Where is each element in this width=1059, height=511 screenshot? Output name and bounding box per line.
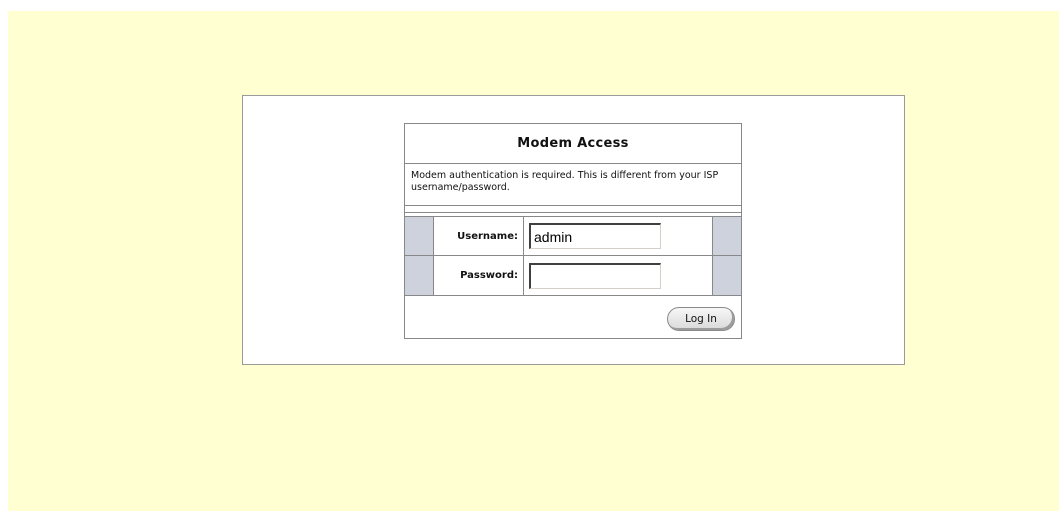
username-input-cell (524, 217, 712, 255)
username-input[interactable] (529, 223, 661, 249)
password-row: Password: (405, 256, 741, 296)
row-side-cell (712, 217, 741, 255)
login-description: Modem authentication is required. This i… (405, 164, 741, 206)
login-button[interactable]: Log In (667, 307, 735, 331)
username-label: Username: (434, 217, 524, 255)
password-input-cell (524, 256, 712, 295)
password-label: Password: (434, 256, 524, 295)
row-side-cell (405, 217, 434, 255)
row-side-cell (712, 256, 741, 295)
login-form: Modem Access Modem authentication is req… (404, 123, 742, 339)
button-row: Log In (405, 300, 741, 338)
row-side-cell (405, 256, 434, 295)
login-title: Modem Access (405, 124, 741, 164)
password-input[interactable] (529, 262, 661, 289)
username-row: Username: (405, 216, 741, 256)
divider (405, 212, 741, 213)
